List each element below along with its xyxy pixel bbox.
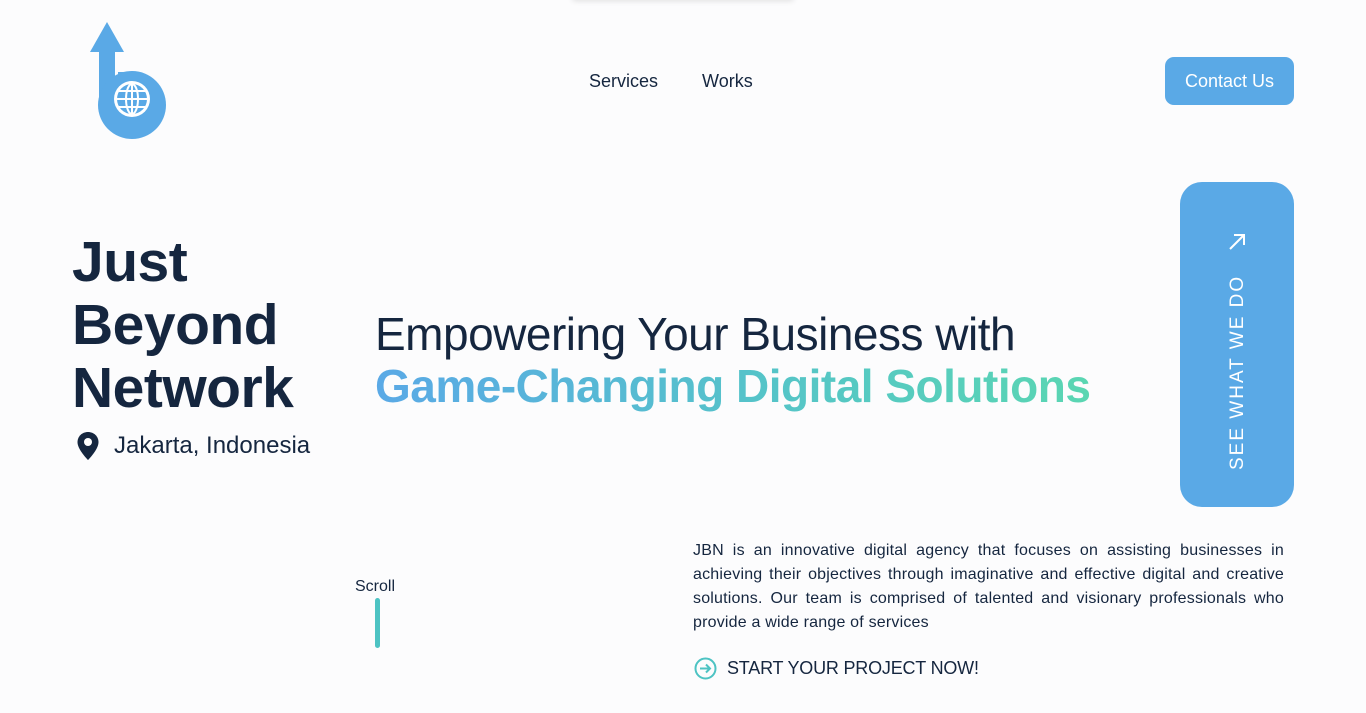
arrow-up-right-icon	[1229, 234, 1245, 250]
nav-works[interactable]: Works	[702, 71, 753, 92]
logo-graphic	[90, 22, 166, 139]
headline-line-1: Empowering Your Business with	[375, 308, 1016, 360]
brand-line-3: Network	[72, 356, 294, 420]
see-what-we-do-label: SEE WHAT WE DO	[1227, 274, 1248, 470]
hero-headline: Empowering Your Business with Game-Chang…	[375, 308, 1091, 412]
start-project-label: START YOUR PROJECT NOW!	[727, 658, 979, 678]
brand-title: Just Beyond Network	[72, 230, 294, 420]
headline-line-2: Game-Changing Digital Solutions	[375, 360, 1091, 412]
contact-us-button[interactable]: Contact Us	[1165, 57, 1294, 105]
jbn-logo[interactable]	[90, 22, 168, 140]
scroll-indicator	[375, 598, 380, 648]
main-nav: Services Works	[589, 71, 753, 92]
location-text: Jakarta, Indonesia	[114, 432, 311, 459]
see-what-we-do-button[interactable]: SEE WHAT WE DO	[1180, 182, 1294, 507]
nav-services[interactable]: Services	[589, 71, 658, 92]
agency-description: JBN is an innovative digital agency that…	[693, 542, 1284, 631]
start-project-link[interactable]: START YOUR PROJECT NOW!	[694, 657, 979, 680]
brand-line-2: Beyond	[72, 293, 279, 357]
map-pin-icon	[77, 432, 99, 460]
circle-arrow-right-icon	[694, 657, 717, 680]
brand-line-1: Just	[72, 230, 188, 294]
location: Jakarta, Indonesia	[76, 431, 310, 461]
scroll-label: Scroll	[355, 578, 396, 595]
